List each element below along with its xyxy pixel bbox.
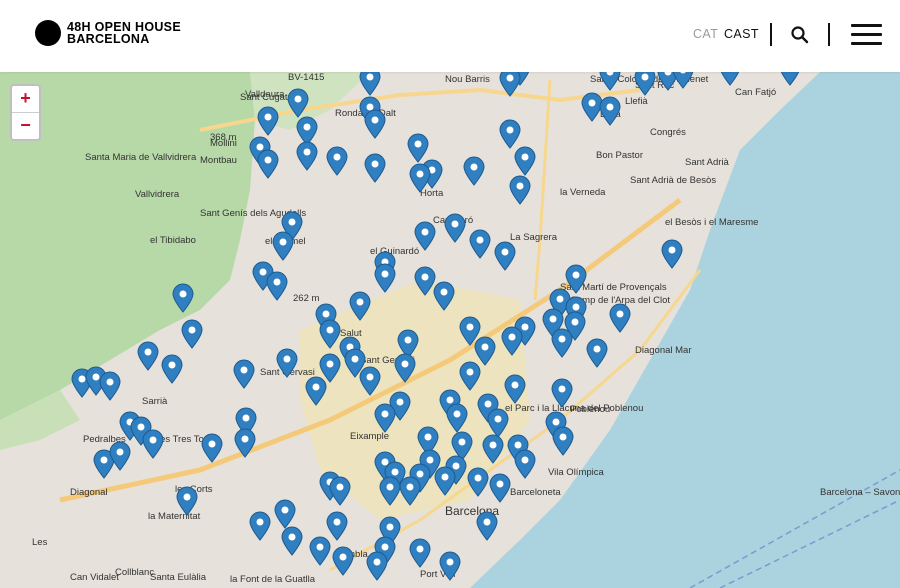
map-label: la Font de la Guatlla [230, 574, 316, 585]
site-header: 48H OPEN HOUSE BARCELONA CAT CAST [0, 0, 900, 72]
map-label: Eixample [350, 431, 389, 442]
map-label: Collblanc [115, 567, 154, 578]
logo-line2: BARCELONA [67, 32, 150, 46]
hamburger-menu-icon[interactable] [851, 23, 882, 47]
lang-cast-link[interactable]: CAST [724, 27, 759, 41]
logo[interactable]: 48H OPEN HOUSE BARCELONA [35, 20, 181, 46]
map-label: Can Vidalet [70, 572, 119, 583]
map-label: 262 m [293, 293, 319, 304]
map-label: Diagonal [70, 487, 108, 498]
map-label: Diagonal Mar [635, 345, 692, 356]
map-label: Santa Eulàlia [150, 572, 207, 583]
map-label: Can Fatjó [735, 87, 776, 98]
map-label: Valldaura [245, 89, 285, 100]
divider [770, 23, 772, 46]
zoom-in-button[interactable]: + [12, 86, 39, 113]
map-label: Llefià [625, 96, 648, 107]
map-label: Montbau [200, 155, 237, 166]
zoom-out-button[interactable]: − [12, 113, 39, 139]
map-label: la Verneda [560, 187, 606, 198]
map-label: La Sagrera [510, 232, 558, 243]
lang-cat-link[interactable]: CAT [693, 27, 718, 41]
map-label: Nou Barris [445, 74, 490, 85]
map-label: Horta [420, 188, 444, 199]
map-label: Vallvidrera [135, 189, 180, 200]
map[interactable]: BV-1415Nou BarrisSanta Coloma de Gramene… [0, 72, 900, 588]
map-label: Les [32, 537, 48, 548]
map-label: Barcelona – Savona [820, 487, 900, 498]
map-label: Poblenou [570, 404, 610, 415]
logo-dot-icon [35, 20, 61, 46]
map-label: Congrés [650, 127, 686, 138]
zoom-control: + − [10, 84, 41, 141]
search-icon[interactable] [790, 25, 810, 45]
map-label: la Maternitat [148, 511, 201, 522]
map-label: Santa Maria de Vallvidrera [85, 152, 197, 163]
map-label: el Tibidabo [150, 235, 196, 246]
map-label: Bon Pastor [596, 150, 643, 161]
map-label: Mollini [210, 138, 237, 149]
map-label: Barceloneta [510, 487, 561, 498]
map-label: Vila Olímpica [548, 467, 605, 478]
map-label: Sarrià [142, 396, 168, 407]
map-label: Sant Adrià de Besòs [630, 175, 716, 186]
map-label: el Besòs i el Maresme [665, 217, 758, 228]
logo-text: 48H OPEN HOUSE BARCELONA [67, 21, 181, 46]
map-label: BV-1415 [288, 72, 324, 83]
map-label: Sant Adrià [685, 157, 730, 168]
divider [828, 23, 830, 46]
